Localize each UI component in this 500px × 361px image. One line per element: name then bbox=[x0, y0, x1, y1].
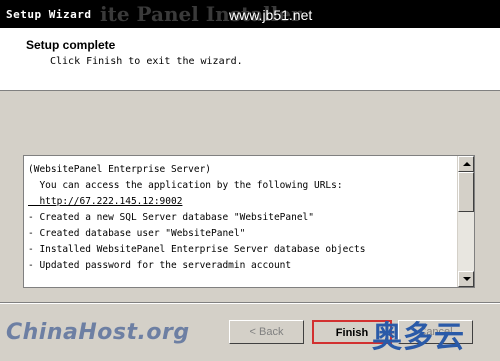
log-line: You can access the application by the fo… bbox=[28, 180, 343, 191]
log-line: - Installed WebsitePanel Enterprise Serv… bbox=[28, 244, 366, 255]
log-line: - Created a new SQL Server database "Web… bbox=[28, 212, 314, 223]
scroll-up-button[interactable] bbox=[458, 156, 474, 172]
log-line: - Created database user "WebsitePanel" bbox=[28, 228, 246, 239]
back-button[interactable]: < Back bbox=[229, 320, 304, 344]
log-line: - Updated password for the serveradmin a… bbox=[28, 260, 292, 271]
title-bar: ite Panel Installer Setup Wizard www.jb5… bbox=[0, 0, 500, 28]
vertical-scrollbar[interactable] bbox=[457, 156, 474, 287]
watermark-chinahost: ChinaHost.org bbox=[6, 320, 190, 345]
wizard-header: Setup complete Click Finish to exit the … bbox=[0, 28, 500, 91]
chevron-up-icon bbox=[463, 162, 471, 166]
watermark-cn: 奥多云 bbox=[372, 320, 465, 355]
page-title: Setup complete bbox=[26, 38, 116, 52]
log-line: (WebsitePanel Enterprise Server) bbox=[28, 164, 212, 175]
log-text: (WebsitePanel Enterprise Server) You can… bbox=[28, 162, 456, 274]
watermark-site: www.jb51.net bbox=[229, 7, 313, 23]
install-log[interactable]: (WebsitePanel Enterprise Server) You can… bbox=[23, 155, 475, 288]
log-url-link[interactable]: http://67.222.145.12:9002 bbox=[28, 196, 182, 207]
page-subtitle: Click Finish to exit the wizard. bbox=[50, 56, 243, 67]
scroll-down-button[interactable] bbox=[458, 271, 474, 287]
chevron-down-icon bbox=[463, 277, 471, 281]
footer-divider-highlight bbox=[0, 303, 500, 304]
window-title: Setup Wizard bbox=[6, 8, 92, 21]
scroll-thumb[interactable] bbox=[458, 172, 474, 212]
